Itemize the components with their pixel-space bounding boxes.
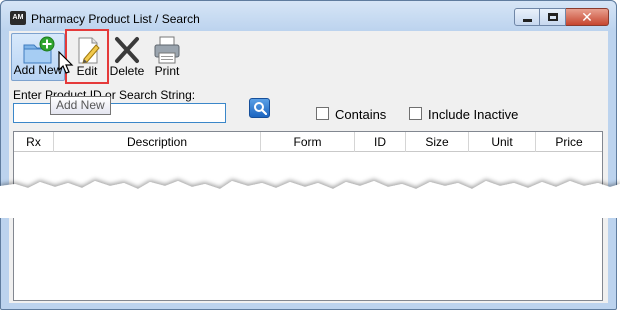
- app-icon: AM: [10, 11, 26, 25]
- column-header-form[interactable]: Form: [261, 132, 355, 152]
- include-inactive-label: Include Inactive: [428, 107, 519, 122]
- main-window: AM Pharmacy Product List / Search ✕ Add …: [0, 0, 617, 310]
- maximize-icon: [547, 13, 558, 21]
- include-inactive-checkbox[interactable]: [409, 107, 422, 120]
- search-button[interactable]: [249, 98, 270, 118]
- column-header-description[interactable]: Description: [54, 132, 261, 152]
- print-button[interactable]: Print: [147, 33, 187, 81]
- mouse-cursor-icon: [58, 51, 74, 74]
- window-title: Pharmacy Product List / Search: [31, 12, 200, 26]
- minimize-button[interactable]: [514, 8, 540, 26]
- delete-button[interactable]: Delete: [107, 33, 147, 81]
- column-header-unit[interactable]: Unit: [469, 132, 536, 152]
- printer-icon: [154, 36, 180, 64]
- delete-icon: [115, 37, 139, 63]
- search-input[interactable]: [13, 103, 226, 123]
- close-button[interactable]: ✕: [566, 8, 609, 26]
- print-label: Print: [154, 64, 180, 78]
- close-icon: ✕: [581, 9, 593, 25]
- minimize-icon: [522, 18, 532, 22]
- tooltip: Add New: [50, 96, 111, 115]
- add-new-label: Add New: [13, 63, 63, 77]
- column-header-id[interactable]: ID: [355, 132, 406, 152]
- contains-checkbox[interactable]: [316, 107, 329, 120]
- maximize-button[interactable]: [540, 8, 566, 26]
- title-bar[interactable]: AM Pharmacy Product List / Search ✕: [1, 1, 616, 31]
- contains-label: Contains: [335, 107, 387, 122]
- column-header-rx[interactable]: Rx: [14, 132, 54, 152]
- folder-add-icon: [23, 36, 55, 64]
- search-icon: [254, 102, 267, 115]
- torn-edge-effect: [0, 181, 620, 218]
- toolbar: Add New Edit Delete Print: [9, 29, 608, 84]
- column-header-size[interactable]: Size: [406, 132, 469, 152]
- client-area: Add New Edit Delete Print Enter Product …: [9, 29, 608, 303]
- grid-header: Rx Description Form ID Size Unit Price: [14, 132, 602, 152]
- column-header-price[interactable]: Price: [536, 132, 602, 152]
- delete-label: Delete: [109, 64, 145, 78]
- add-new-button[interactable]: Add New: [11, 33, 65, 81]
